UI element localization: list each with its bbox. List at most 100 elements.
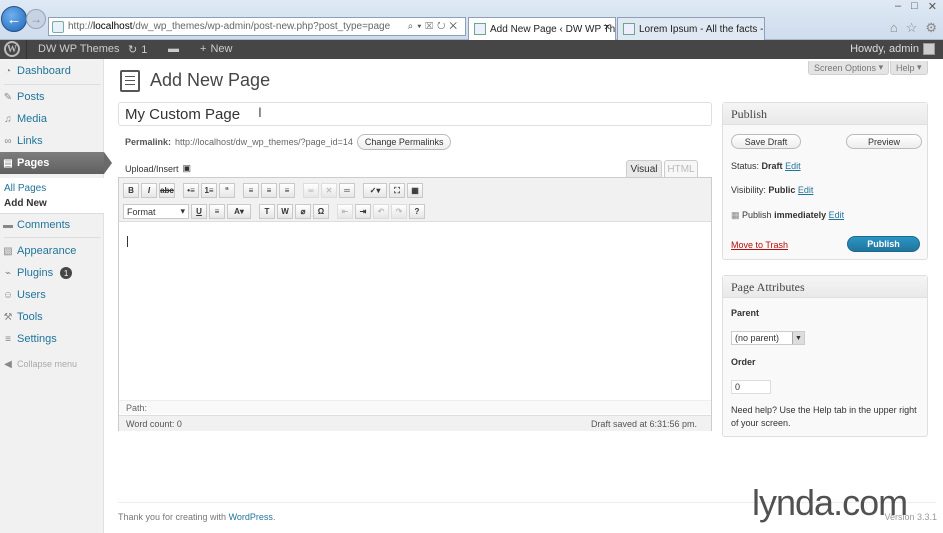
undo-icon[interactable]: ↶ bbox=[373, 204, 389, 219]
link-icon[interactable]: ∞ bbox=[303, 183, 319, 198]
sidebar-item-posts[interactable]: ✎ Posts bbox=[0, 87, 104, 107]
edit-status-link[interactable]: Edit bbox=[785, 161, 801, 171]
sidebar-item-plugins[interactable]: ⌁ Plugins 1 bbox=[0, 263, 104, 283]
format-select[interactable]: Format ▾ bbox=[123, 204, 189, 219]
paste-word-icon[interactable]: W bbox=[277, 204, 293, 219]
kitchen-sink-icon[interactable]: ▦ bbox=[407, 183, 423, 198]
account-menu[interactable]: Howdy, admin bbox=[850, 43, 935, 55]
strikethrough-icon[interactable]: abc bbox=[159, 183, 175, 198]
order-input[interactable]: 0 bbox=[731, 380, 771, 394]
post-title-input[interactable]: My Custom Page bbox=[118, 102, 712, 126]
clear-formatting-icon[interactable]: ⌀ bbox=[295, 204, 311, 219]
outdent-icon[interactable]: ⇤ bbox=[337, 204, 353, 219]
page-attributes-title: Page Attributes bbox=[723, 276, 927, 298]
tab-favicon-icon bbox=[474, 23, 486, 35]
admin-sidebar: ◔ Dashboard ✎ Posts ♫ Media ∞ Links ▤ Pa… bbox=[0, 59, 112, 533]
editor-toolbar: B I abc •≡ 1≡ “ ≡ ≡ ≡ ∞ ✕ ═ ✓▾ ⛶ ▦ Forma… bbox=[119, 178, 711, 222]
help-icon[interactable]: ? bbox=[409, 204, 425, 219]
close-tab-icon[interactable]: ✕ bbox=[603, 22, 611, 33]
preview-button[interactable]: Preview bbox=[846, 134, 922, 149]
word-count: Word count: 0 bbox=[126, 418, 182, 429]
paste-text-icon[interactable]: T bbox=[259, 204, 275, 219]
comments-bubble-icon[interactable]: ▬ bbox=[168, 43, 179, 55]
edit-visibility-link[interactable]: Edit bbox=[798, 185, 814, 195]
parent-select[interactable]: (no parent) ▼ bbox=[731, 331, 805, 345]
add-media-icon[interactable]: ▣ bbox=[183, 163, 192, 174]
justify-icon[interactable]: ≡ bbox=[209, 204, 225, 219]
text-color-icon[interactable]: A▾ bbox=[227, 204, 251, 219]
tab-favicon-icon bbox=[623, 23, 635, 35]
pages-submenu: All Pages Add New bbox=[0, 178, 104, 214]
blockquote-icon[interactable]: “ bbox=[219, 183, 235, 198]
italic-icon[interactable]: I bbox=[141, 183, 157, 198]
new-content-link[interactable]: + New bbox=[200, 43, 232, 55]
forward-button[interactable]: → bbox=[26, 9, 46, 29]
parent-label: Parent bbox=[731, 308, 760, 318]
sidebar-item-settings[interactable]: ≡ Settings bbox=[0, 329, 104, 349]
tab-label: Lorem Ipsum - All the facts - Li... bbox=[639, 23, 764, 35]
updates-count: 1 bbox=[141, 43, 148, 56]
wordpress-logo-icon[interactable]: W bbox=[4, 41, 20, 57]
align-center-icon[interactable]: ≡ bbox=[261, 183, 277, 198]
address-tools-icon[interactable]: ⌕▾☒↻✕ bbox=[408, 21, 461, 32]
favorites-icon[interactable]: ☆ bbox=[906, 20, 918, 36]
sidebar-item-comments[interactable]: ▬ Comments bbox=[0, 215, 104, 235]
sidebar-item-label: Settings bbox=[17, 333, 57, 345]
align-left-icon[interactable]: ≡ bbox=[243, 183, 259, 198]
submenu-add-new[interactable]: Add New bbox=[0, 196, 104, 211]
spellcheck-icon[interactable]: ✓▾ bbox=[363, 183, 387, 198]
fullscreen-icon[interactable]: ⛶ bbox=[389, 183, 405, 198]
sidebar-item-pages[interactable]: ▤ Pages bbox=[0, 152, 112, 174]
updates-link[interactable]: ↻ 1 bbox=[128, 43, 148, 57]
indent-icon[interactable]: ⇥ bbox=[355, 204, 371, 219]
plugins-icon: ⌁ bbox=[4, 267, 12, 279]
editor-path: Path: bbox=[119, 400, 711, 414]
close-window-icon[interactable]: ✕ bbox=[928, 0, 937, 13]
site-name-link[interactable]: DW WP Themes bbox=[38, 43, 120, 55]
text-cursor-icon: I bbox=[258, 104, 262, 120]
collapse-icon: ◀ bbox=[4, 358, 12, 370]
screen-options-button[interactable]: Screen Options ▾ bbox=[808, 61, 890, 75]
home-icon[interactable]: ⌂ bbox=[890, 20, 898, 36]
sidebar-item-users[interactable]: ☺ Users bbox=[0, 285, 104, 305]
help-button[interactable]: Help ▾ bbox=[890, 61, 928, 75]
tab-lorem-ipsum[interactable]: Lorem Ipsum - All the facts - Li... bbox=[617, 17, 765, 40]
special-character-icon[interactable]: Ω bbox=[313, 204, 329, 219]
minimize-icon[interactable]: – bbox=[895, 0, 901, 13]
back-button[interactable]: ← bbox=[1, 6, 27, 32]
publish-button[interactable]: Publish bbox=[847, 236, 920, 252]
unlink-icon[interactable]: ✕ bbox=[321, 183, 337, 198]
chevron-down-icon: ▾ bbox=[878, 62, 884, 72]
permalink-url[interactable]: http://localhost/dw_wp_themes/?page_id=1… bbox=[175, 137, 353, 147]
wordpress-link[interactable]: WordPress bbox=[229, 512, 273, 522]
upload-insert[interactable]: Upload/Insert ▣ bbox=[125, 163, 191, 174]
submenu-all-pages[interactable]: All Pages bbox=[0, 181, 104, 196]
address-bar[interactable]: http://localhost/dw_wp_themes/wp-admin/p… bbox=[48, 17, 466, 36]
redo-icon[interactable]: ↷ bbox=[391, 204, 407, 219]
content-editor[interactable]: B I abc •≡ 1≡ “ ≡ ≡ ≡ ∞ ✕ ═ ✓▾ ⛶ ▦ Forma… bbox=[118, 177, 712, 431]
numbered-list-icon[interactable]: 1≡ bbox=[201, 183, 217, 198]
sidebar-item-media[interactable]: ♫ Media bbox=[0, 109, 104, 129]
chevron-down-icon: ▾ bbox=[180, 206, 185, 216]
bold-icon[interactable]: B bbox=[123, 183, 139, 198]
tab-html[interactable]: HTML bbox=[664, 160, 698, 177]
bullet-list-icon[interactable]: •≡ bbox=[183, 183, 199, 198]
more-tag-icon[interactable]: ═ bbox=[339, 183, 355, 198]
sidebar-item-label: Dashboard bbox=[17, 65, 71, 77]
tab-visual[interactable]: Visual bbox=[626, 160, 662, 177]
edit-schedule-link[interactable]: Edit bbox=[829, 210, 845, 220]
maximize-icon[interactable]: □ bbox=[911, 0, 918, 13]
align-right-icon[interactable]: ≡ bbox=[279, 183, 295, 198]
sidebar-item-tools[interactable]: ⚒ Tools bbox=[0, 307, 104, 327]
chevron-down-icon: ▾ bbox=[917, 62, 922, 72]
sidebar-item-appearance[interactable]: ▧ Appearance bbox=[0, 241, 104, 261]
change-permalinks-button[interactable]: Change Permalinks bbox=[356, 134, 452, 150]
collapse-menu[interactable]: ◀ Collapse menu bbox=[0, 354, 104, 374]
save-draft-button[interactable]: Save Draft bbox=[731, 134, 801, 149]
move-to-trash-link[interactable]: Move to Trash bbox=[731, 240, 788, 250]
tab-add-new-page[interactable]: Add New Page ‹ DW WP Th... ✕ bbox=[468, 17, 616, 40]
sidebar-item-dashboard[interactable]: ◔ Dashboard bbox=[0, 61, 104, 81]
sidebar-item-links[interactable]: ∞ Links bbox=[0, 131, 104, 151]
gear-icon[interactable]: ⚙ bbox=[925, 20, 937, 36]
underline-icon[interactable]: U bbox=[191, 204, 207, 219]
